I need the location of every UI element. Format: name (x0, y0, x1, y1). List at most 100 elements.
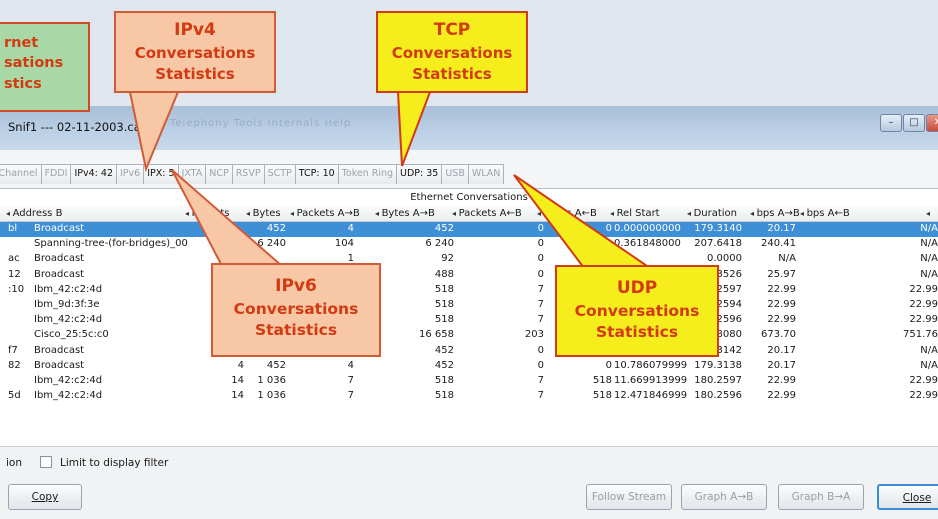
cell-bps-ab: 22.99 (767, 374, 796, 386)
table-row[interactable]: 12Broadcast54880150.352625.97N/A (0, 268, 938, 283)
tab-re-channel[interactable]: re Channel (0, 164, 42, 184)
cell-rel-start: 11.669913999 (614, 374, 688, 386)
column-header-packets[interactable]: Packets (185, 208, 230, 219)
table-caption: Ethernet Conversations (410, 192, 528, 203)
column-header-rel-start[interactable]: Rel Start (610, 208, 660, 219)
tab-ipv4-42[interactable]: IPv4: 42 (70, 164, 117, 184)
column-header-more[interactable] (926, 208, 930, 219)
cell-packets-ba: 0 (537, 238, 544, 250)
cell-bps-ab: 20.17 (767, 359, 796, 371)
cell-bps-ab: 22.99 (767, 390, 796, 402)
tab-fddi[interactable]: FDDI (40, 164, 72, 184)
tab-udp-35[interactable]: UDP: 35 (396, 164, 443, 184)
cell-bytes-ab: 6 240 (425, 238, 454, 250)
column-header-bps-ba[interactable]: bps A←B (800, 208, 850, 219)
table-row[interactable]: bl Broadcast 452 4 452 0 0 0.000000000 179.3140 2… (0, 222, 938, 238)
cell-address-a: 82 (8, 359, 21, 371)
cell-bytes: 452 (266, 223, 286, 234)
cell-packets-ab: 104 (334, 238, 354, 250)
cell-duration: 180.2597 (694, 374, 742, 386)
tab-tcp-10[interactable]: TCP: 10 (294, 164, 339, 184)
maximize-button[interactable]: □ (903, 114, 925, 132)
limit-to-display-filter-label[interactable]: Limit to display filter (60, 457, 168, 469)
table-row[interactable]: Cisco_25:5c:c042035 24621716 65820318 58… (0, 328, 938, 343)
conversations-table: Ethernet Conversations Address B Packets… (0, 188, 938, 446)
window-close-button[interactable]: ✕ (926, 114, 938, 132)
tab-ipv6[interactable]: IPv6 (116, 164, 145, 184)
tcp-conversations-callout: TCP Conversations Statistics (376, 11, 528, 93)
cell-packets-ba: 7 (537, 374, 544, 386)
cell-bps-ba: 22.99 (909, 298, 938, 310)
column-header-packets-ab[interactable]: Packets A→B (290, 208, 360, 219)
cell-address-b: Ibm_42:c2:4d (34, 374, 103, 386)
cell-bytes-ab: 518 (434, 374, 454, 386)
cell-bps-ba: 22.99 (909, 283, 938, 295)
cell-bps-ab: 22.99 (767, 283, 796, 295)
follow-stream-button[interactable]: Follow Stream (586, 484, 672, 510)
cell-packets-ab: 4 (347, 223, 354, 234)
cell-duration: 207.6418 (694, 238, 742, 250)
cell-packets-ab: 4 (347, 359, 354, 371)
cell-bytes-ab: 518 (434, 390, 454, 402)
cell-bytes-ba: 518 (592, 374, 612, 386)
cell-packets-ba: 7 (537, 298, 544, 310)
copy-button[interactable]: Copy (8, 484, 82, 510)
menu-bar-blurred: Telephony Tools Internals Help (170, 118, 352, 129)
column-header-bytes-ba[interactable]: Bytes A←B (537, 208, 597, 219)
cell-bytes-ba: 518 (592, 390, 612, 402)
minimize-button[interactable]: – (880, 114, 902, 132)
tab-ipx-5[interactable]: IPX: 5 (143, 164, 179, 184)
tab-usb[interactable]: USB (441, 164, 469, 184)
cell-address-a: 12 (8, 268, 21, 280)
cell-bytes-ab: 488 (434, 268, 454, 280)
table-row[interactable]: ac Broadcast 1 92 0 0.0000 N/A N/A (0, 252, 938, 267)
cell-packets-ba: 0 (537, 359, 544, 371)
cell-bytes-ab: 518 (434, 314, 454, 326)
column-header-address-b[interactable]: Address B (6, 208, 63, 219)
close-button[interactable]: Close (877, 484, 938, 510)
table-row[interactable]: 5d Ibm_42:c2:4d 14 1 036 7 518 7 518 12.47184699… (0, 389, 938, 404)
tab-jxta[interactable]: JXTA (177, 164, 207, 184)
cell-address-b: Cisco_25:5c:c0 (34, 329, 109, 341)
tab-sctp[interactable]: SCTP (263, 164, 296, 184)
graph-b-to-a-button[interactable]: Graph B→A (778, 484, 864, 510)
cell-bytes: 1 036 (257, 374, 286, 386)
cell-address-a: 5d (8, 390, 21, 402)
graph-a-to-b-button[interactable]: Graph A→B (681, 484, 767, 510)
column-header-packets-ba[interactable]: Packets A←B (452, 208, 522, 219)
cell-packets-ba: 0 (537, 253, 544, 265)
cell-bps-ba: 22.99 (909, 374, 938, 386)
table-row[interactable]: 82 Broadcast 4 452 4 452 0 0 10.786079999 179.313… (0, 359, 938, 374)
limit-to-display-filter-checkbox[interactable] (40, 456, 52, 468)
callout-line: stics (4, 75, 42, 92)
column-header-bytes-ab[interactable]: Bytes A→B (375, 208, 435, 219)
cell-bytes: 452 (266, 359, 286, 371)
column-header-bytes[interactable]: Bytes (246, 208, 281, 219)
table-row[interactable]: Ibm_42:c2:4d 14 1 036 7 518 7 518 11.669913999 1… (0, 374, 938, 389)
window-titlebar: Snif1 --- 02-11-2003.cap Telephony Tools… (0, 106, 938, 150)
column-header-bps-ab[interactable]: bps A→B (750, 208, 800, 219)
cell-packets: 14 (231, 374, 244, 386)
tab-token-ring[interactable]: Token Ring (337, 164, 398, 184)
tab-rsvp[interactable]: RSVP (231, 164, 265, 184)
table-row[interactable]: Ibm_42:c2:4d75187180.259622.9922.99 (0, 313, 938, 328)
cell-packets-ab: 7 (347, 390, 354, 402)
cell-bps-ba: N/A (920, 268, 938, 280)
cell-bps-ab: 22.99 (767, 298, 796, 310)
cell-bps-ab: 22.99 (767, 314, 796, 326)
cell-address-b: Spanning-tree-(for-bridges)_00 (34, 238, 188, 250)
table-row[interactable]: Spanning-tree-(for-bridges)_00 6 240 104 6 … (0, 237, 938, 252)
tab-ncp[interactable]: NCP (205, 164, 233, 184)
table-row[interactable]: Ibm_9d:3f:3e75187180.259422.9922.99 (0, 298, 938, 313)
cell-bytes-ab: 452 (434, 359, 454, 371)
cell-address-a: :10 (8, 283, 25, 295)
table-row[interactable]: :10Ibm_42:c2:4d75187180.259722.9922.99 (0, 283, 938, 298)
tab-wlan[interactable]: WLAN (467, 164, 505, 184)
cell-bps-ba: N/A (920, 253, 938, 265)
column-header-duration[interactable]: Duration (687, 208, 737, 219)
cell-bps-ab: 25.97 (767, 268, 796, 280)
cell-rel-start: 10.786079999 (614, 359, 688, 371)
cell-rel-start: 0.361848000 (614, 238, 681, 250)
table-row[interactable]: f7Broadcast44524452009.593395000179.3142… (0, 344, 938, 359)
cell-bps-ba: N/A (920, 359, 938, 371)
